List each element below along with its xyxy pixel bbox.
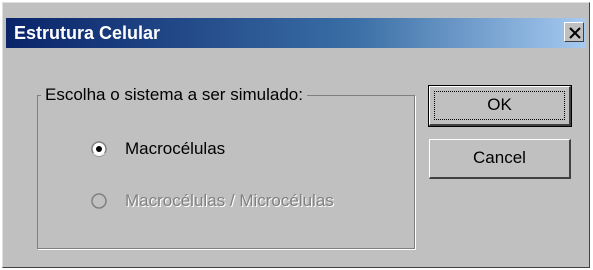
cancel-button-label: Cancel <box>473 148 526 167</box>
radio-label-macro-micro: Macrocélulas / Microcélulas <box>125 191 334 210</box>
ok-button[interactable]: OK <box>428 85 572 127</box>
focus-rectangle <box>434 91 565 120</box>
title-bar[interactable]: Estrutura Celular <box>6 18 586 48</box>
window-title: Estrutura Celular <box>14 23 161 43</box>
system-groupbox <box>37 95 415 249</box>
dialog-window: Estrutura Celular Escolha o sistema a se… <box>2 2 590 268</box>
groupbox-label: Escolha o sistema a ser simulado: <box>41 83 307 107</box>
cancel-button[interactable]: Cancel <box>429 139 571 179</box>
close-icon <box>569 27 581 39</box>
radio-label-macrocelulas: Macrocélulas <box>125 139 226 158</box>
radio-selected-icon[interactable] <box>91 141 107 157</box>
close-button[interactable] <box>564 22 584 42</box>
radio-disabled-icon[interactable] <box>91 193 107 209</box>
